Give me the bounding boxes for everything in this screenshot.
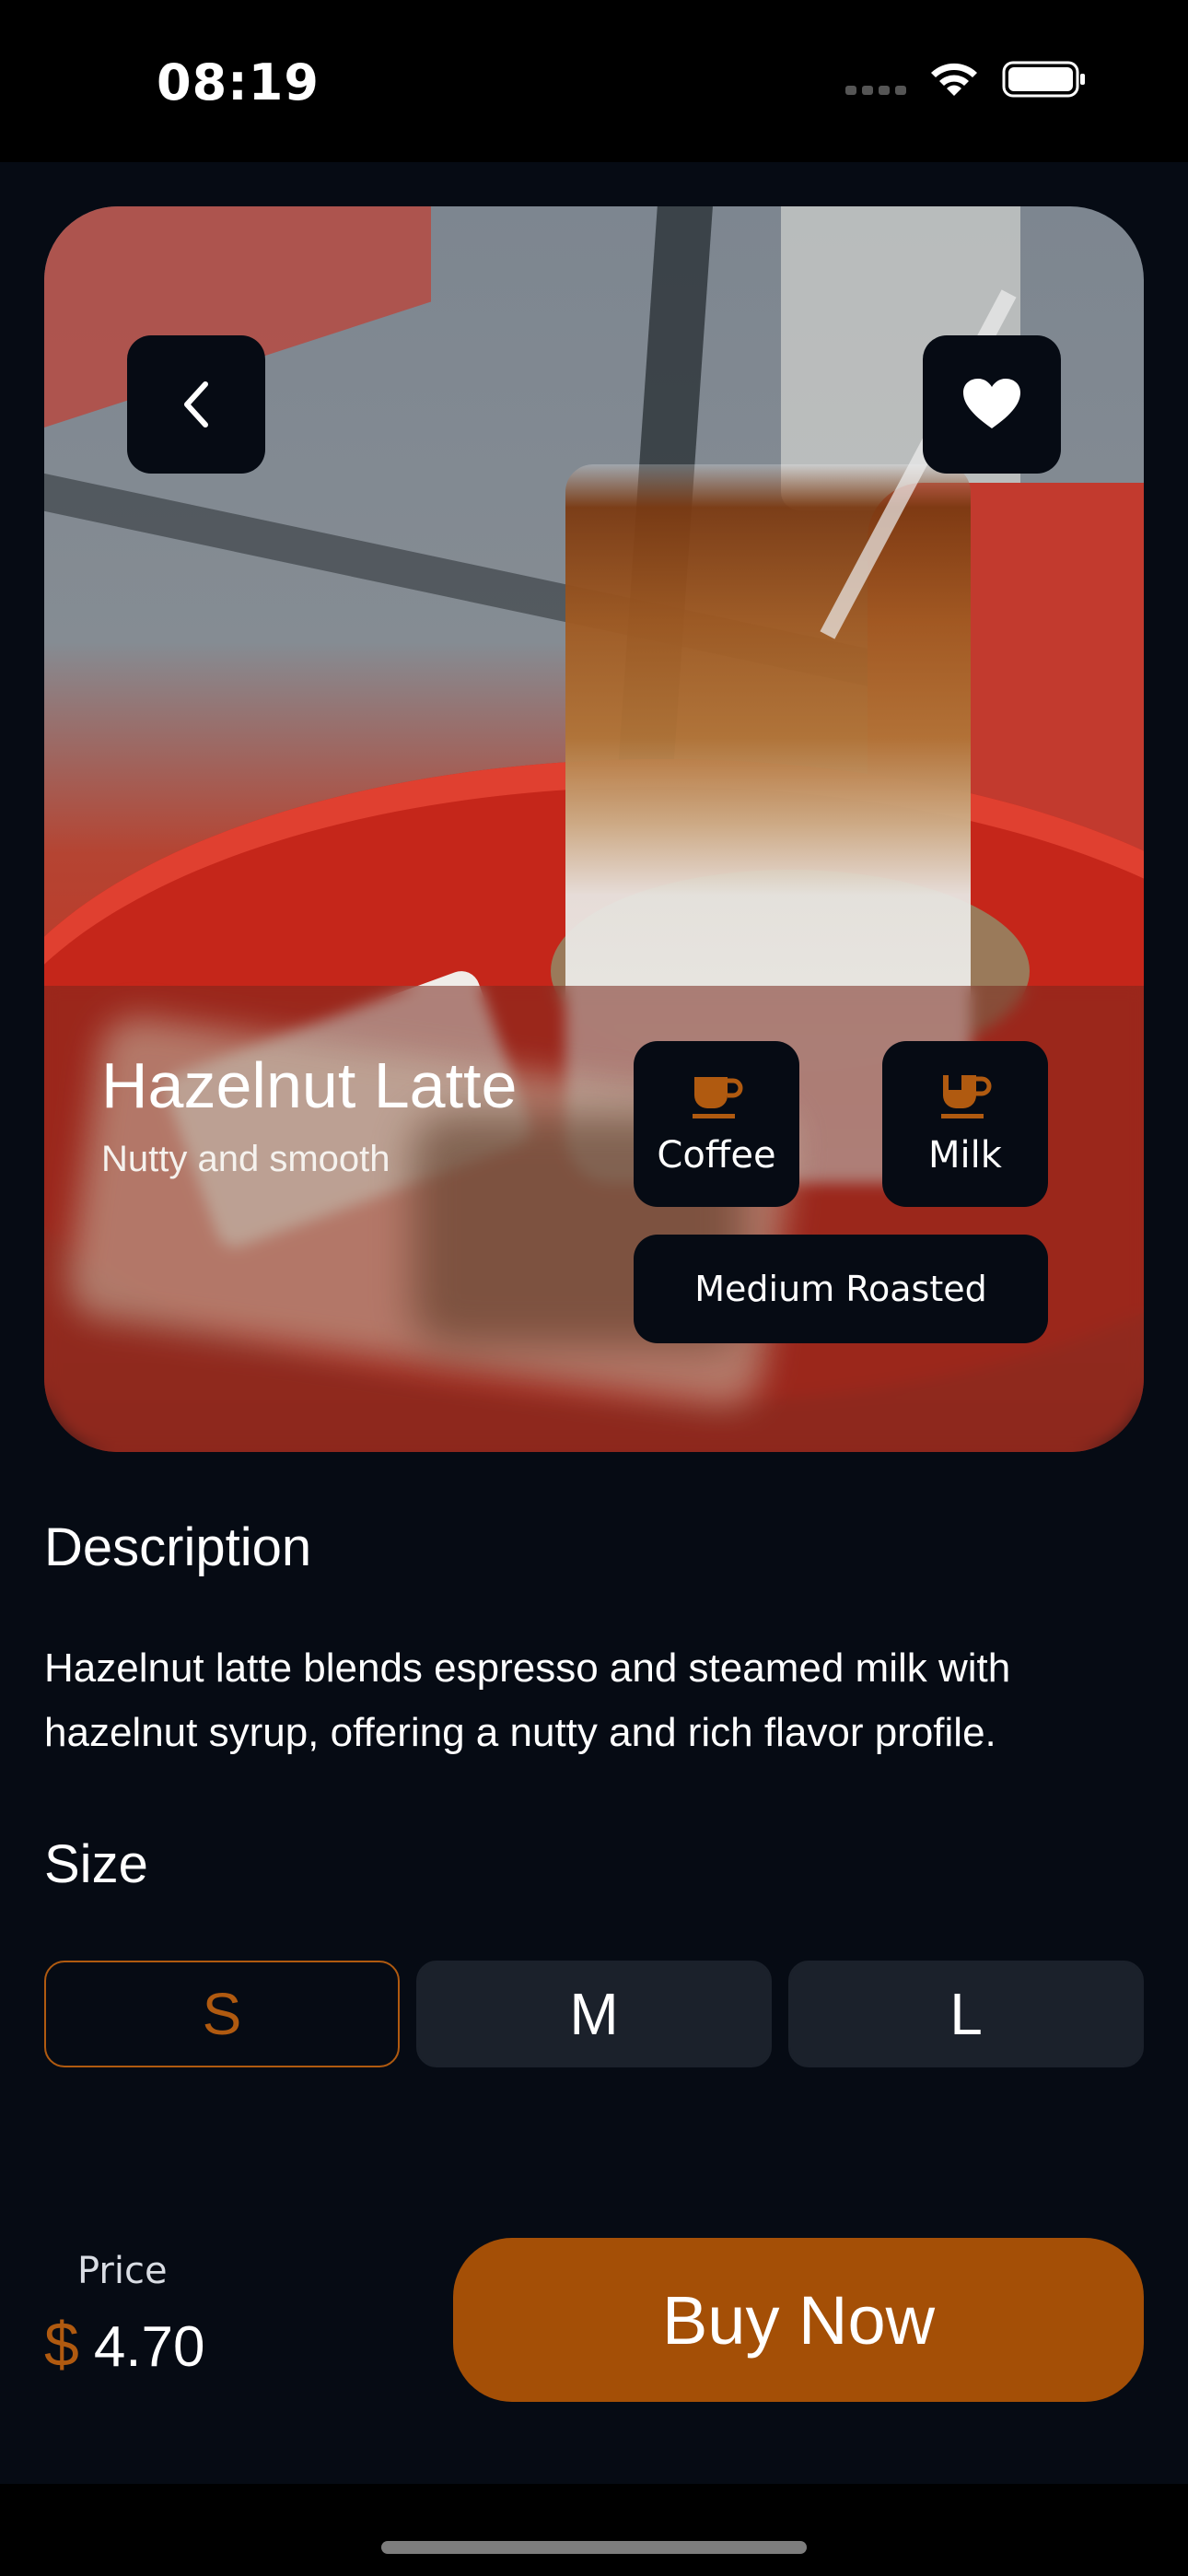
tag-coffee-label: Coffee	[657, 1134, 776, 1177]
product-detail-screen: Hazelnut Latte Nutty and smooth Coffee M…	[0, 162, 1188, 2484]
status-time: 08:19	[157, 53, 320, 111]
product-name: Hazelnut Latte	[101, 1049, 518, 1121]
roast-level-badge: Medium Roasted	[634, 1235, 1048, 1343]
milk-cup-icon	[941, 1075, 992, 1118]
size-option-l[interactable]: L	[788, 1961, 1144, 2067]
favorite-button[interactable]	[923, 335, 1061, 474]
back-chevron-icon	[184, 381, 208, 427]
price-label: Price	[77, 2250, 168, 2292]
price-value: 4.70	[93, 2315, 205, 2379]
price: $ 4.70	[44, 2309, 205, 2381]
product-hero: Hazelnut Latte Nutty and smooth Coffee M…	[44, 206, 1144, 1452]
signal-icon	[845, 86, 906, 95]
product-subtitle: Nutty and smooth	[101, 1139, 390, 1179]
tag-milk: Milk	[882, 1041, 1048, 1207]
size-option-s[interactable]: S	[44, 1961, 400, 2067]
currency-symbol: $	[44, 2310, 79, 2380]
status-bar: 08:19	[0, 0, 1188, 162]
size-heading: Size	[44, 1834, 148, 1894]
home-indicator[interactable]	[381, 2541, 807, 2554]
description-heading: Description	[44, 1517, 312, 1577]
description-text: Hazelnut latte blends espresso and steam…	[44, 1645, 1011, 1755]
product-info-panel: Hazelnut Latte Nutty and smooth Coffee M…	[44, 986, 1144, 1452]
home-bar-area	[0, 2484, 1188, 2576]
size-option-m[interactable]: M	[416, 1961, 772, 2067]
coffee-cup-icon	[693, 1077, 743, 1118]
heart-icon	[963, 379, 1020, 428]
tag-milk-label: Milk	[928, 1134, 1002, 1177]
battery-icon	[1002, 61, 1085, 98]
buy-now-button[interactable]: Buy Now	[453, 2238, 1144, 2402]
tag-coffee: Coffee	[634, 1041, 799, 1207]
status-icons	[845, 59, 1087, 100]
wifi-icon	[931, 63, 977, 96]
size-selector: S M L	[44, 1961, 1144, 2067]
back-button[interactable]	[127, 335, 265, 474]
roast-level-label: Medium Roasted	[694, 1269, 987, 1309]
